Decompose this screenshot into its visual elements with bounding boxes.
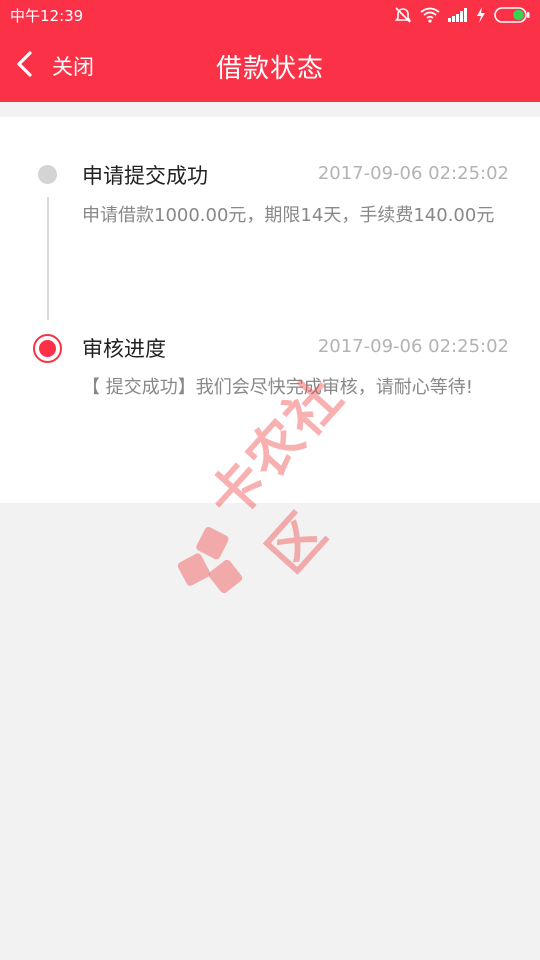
- step-time: 2017-09-06 02:25:02: [317, 163, 509, 184]
- status-time: 中午12:39: [10, 6, 84, 25]
- nav-bar: 关闭 借款状态: [0, 30, 540, 102]
- back-button[interactable]: 关闭: [14, 44, 94, 88]
- timeline-line: [47, 197, 49, 320]
- watermark-logo-icon: [166, 515, 268, 617]
- status-icons: [394, 6, 530, 24]
- alarm-off-icon: [394, 6, 412, 24]
- step-description: 【 提交成功】我们会尽快完成审核，请耐心等待!: [82, 377, 473, 398]
- chevron-left-icon: [14, 50, 34, 82]
- step-description: 申请借款1000.00元，期限14天，手续费140.00元: [82, 205, 495, 226]
- charging-icon: [476, 7, 486, 23]
- signal-icon: [448, 8, 468, 22]
- timeline-dot-current: [33, 334, 62, 363]
- timeline-dot-done: [38, 165, 57, 184]
- step-title: 申请提交成功: [82, 164, 208, 188]
- step-title: 审核进度: [82, 337, 166, 361]
- battery-icon: [494, 7, 530, 23]
- wifi-icon: [420, 7, 440, 23]
- step-time: 2017-09-06 02:25:02: [317, 336, 509, 357]
- status-bar: 中午12:39: [0, 0, 540, 30]
- back-label: 关闭: [52, 55, 94, 79]
